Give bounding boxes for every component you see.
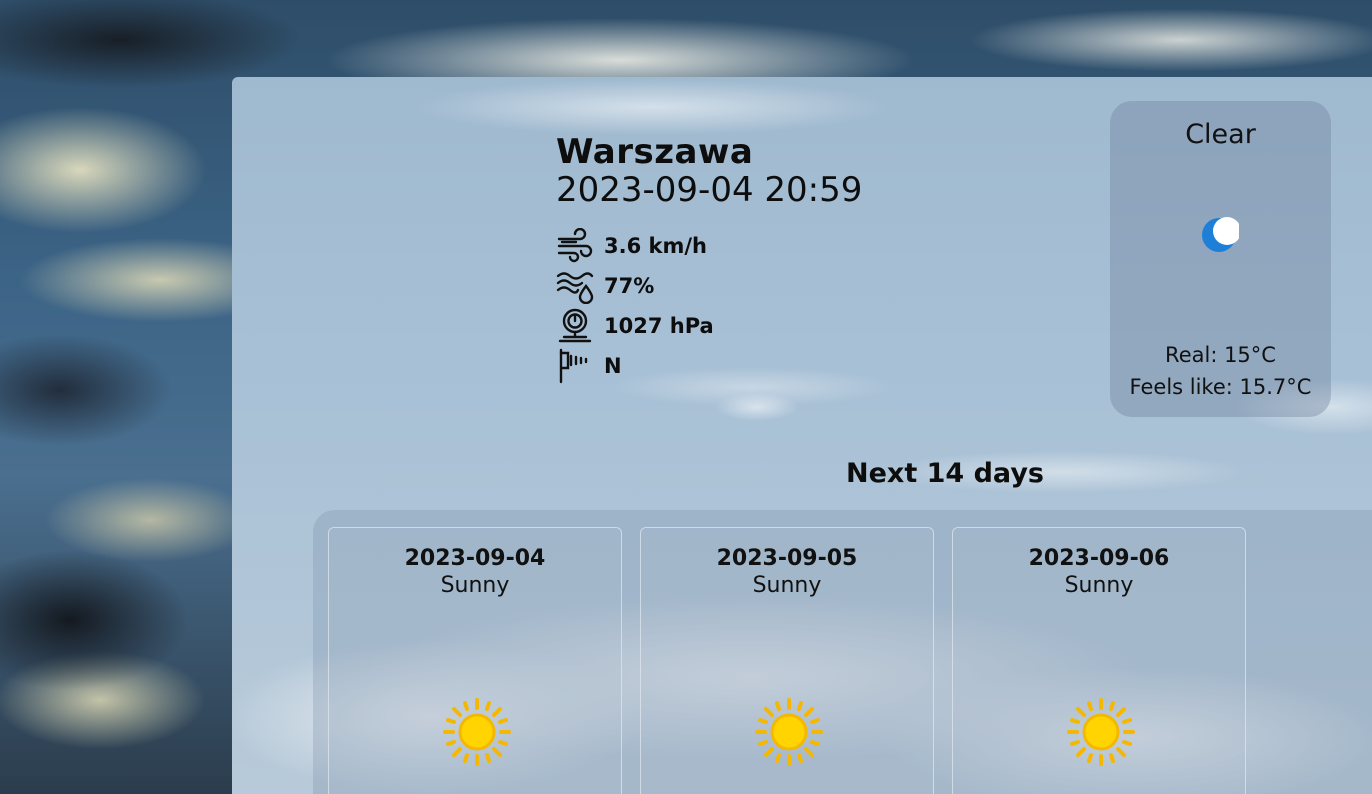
pressure-stat: 1027 hPa <box>556 306 862 346</box>
sun-icon <box>755 698 823 766</box>
feels-like-temperature: Feels like: 15.7°C <box>1129 375 1312 399</box>
condition-label: Clear <box>1185 119 1256 150</box>
forecast-day-card[interactable]: 2023-09-05 Sunny <box>640 527 934 794</box>
forecast-description: Sunny <box>440 573 510 598</box>
current-weather: Warszawa 2023-09-04 20:59 3.6 km/h 77% 1… <box>556 132 862 386</box>
forecast-date: 2023-09-05 <box>716 546 858 571</box>
forecast-list: 2023-09-04 Sunny 2023-09-05 Sunny 2023-0… <box>313 510 1372 794</box>
wind-direction-stat: N <box>556 346 862 386</box>
forecast-title: Next 14 days <box>846 458 1044 489</box>
wind-speed-value: 3.6 km/h <box>604 234 707 258</box>
temperature-readout: Real: 15°C Feels like: 15.7°C <box>1110 339 1331 403</box>
forecast-date: 2023-09-06 <box>1028 546 1170 571</box>
humidity-value: 77% <box>604 274 655 298</box>
city-name: Warszawa <box>556 132 754 172</box>
forecast-date: 2023-09-04 <box>404 546 546 571</box>
real-temperature: Real: 15°C <box>1165 343 1276 367</box>
wind-speed-stat: 3.6 km/h <box>556 226 862 266</box>
forecast-day-card[interactable]: 2023-09-06 Sunny <box>952 527 1246 794</box>
moon-icon <box>1202 217 1239 252</box>
current-summary-card: Clear Real: 15°C Feels like: 15.7°C <box>1110 101 1331 417</box>
forecast-day-card[interactable]: 2023-09-04 Sunny <box>328 527 622 794</box>
pressure-value: 1027 hPa <box>604 314 714 338</box>
humidity-stat: 77% <box>556 266 862 306</box>
humidity-icon <box>556 272 594 304</box>
forecast-description: Sunny <box>1064 573 1134 598</box>
sun-icon <box>1067 698 1135 766</box>
sun-icon <box>443 698 511 766</box>
forecast-description: Sunny <box>752 573 822 598</box>
wind-icon <box>557 228 593 263</box>
windsock-direction-icon <box>559 348 588 384</box>
weather-stats: 3.6 km/h 77% 1027 hPa N <box>556 226 862 386</box>
wind-direction-value: N <box>604 354 622 378</box>
pressure-gauge-icon <box>558 308 592 343</box>
current-datetime: 2023-09-04 20:59 <box>556 170 863 210</box>
